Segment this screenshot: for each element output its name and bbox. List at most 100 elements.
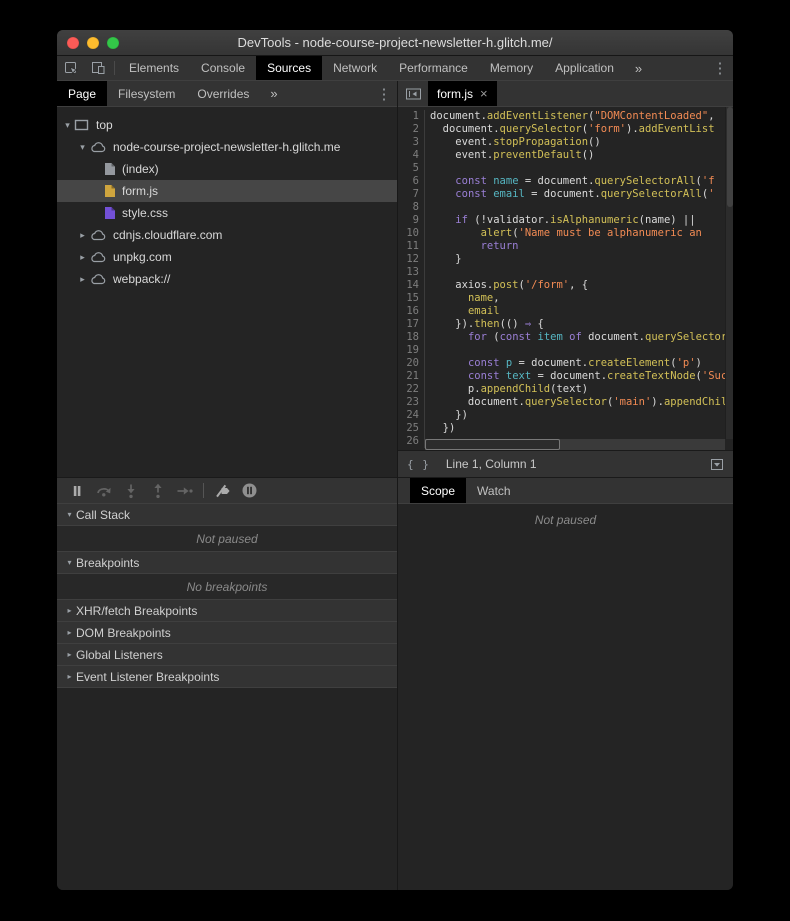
line-number[interactable]: 24 [398, 409, 425, 422]
code-text[interactable]: for (const item of document.querySelecto… [430, 331, 727, 344]
section-header-xhr-fetch-breakpoints[interactable]: ▸XHR/fetch Breakpoints [57, 600, 397, 622]
code-text[interactable]: alert('Name must be alphanumeric an [430, 227, 702, 240]
close-button[interactable] [67, 37, 79, 49]
section-header-breakpoints[interactable]: ▾Breakpoints [57, 552, 397, 574]
close-icon[interactable]: × [480, 87, 488, 100]
line-number[interactable]: 2 [398, 123, 425, 136]
tree-item-top[interactable]: ▾top [57, 114, 397, 136]
tab-elements[interactable]: Elements [118, 56, 190, 80]
device-toolbar-icon[interactable] [84, 56, 111, 80]
tab-sources[interactable]: Sources [256, 56, 322, 80]
line-number[interactable]: 15 [398, 292, 425, 305]
line-number[interactable]: 5 [398, 162, 425, 175]
line-number[interactable]: 17 [398, 318, 425, 331]
pause-on-exceptions-icon[interactable] [236, 478, 263, 503]
step-over-icon[interactable] [90, 478, 117, 503]
editor-tab-form-js[interactable]: form.js × [428, 81, 497, 106]
line-number[interactable]: 16 [398, 305, 425, 318]
code-text[interactable]: name, [430, 292, 500, 305]
vertical-scrollbar[interactable] [725, 107, 733, 439]
inspect-icon[interactable] [57, 56, 84, 80]
line-number[interactable]: 7 [398, 188, 425, 201]
section-header-dom-breakpoints[interactable]: ▸DOM Breakpoints [57, 622, 397, 644]
line-number[interactable]: 25 [398, 422, 425, 435]
twisty-icon[interactable]: ▸ [76, 274, 89, 285]
hide-navigator-icon[interactable] [398, 81, 428, 106]
twisty-icon[interactable]: ▸ [76, 230, 89, 241]
navigator-tab-filesystem[interactable]: Filesystem [107, 81, 186, 106]
line-number[interactable]: 6 [398, 175, 425, 188]
navigator-more-tabs-icon[interactable]: » [260, 81, 287, 106]
line-number[interactable]: 10 [398, 227, 425, 240]
minimize-button[interactable] [87, 37, 99, 49]
sidebar-tab-watch[interactable]: Watch [466, 478, 522, 503]
code-text[interactable]: const email = document.querySelectorAll(… [430, 188, 715, 201]
tab-network[interactable]: Network [322, 56, 388, 80]
code-text[interactable]: document.addEventListener("DOMContentLoa… [430, 110, 715, 123]
code-text[interactable]: document.querySelector('form').addEventL… [430, 123, 715, 136]
tab-performance[interactable]: Performance [388, 56, 479, 80]
tab-memory[interactable]: Memory [479, 56, 544, 80]
line-number[interactable]: 18 [398, 331, 425, 344]
pretty-print-icon[interactable]: { } [407, 458, 430, 471]
code-text[interactable]: const name = document.querySelectorAll('… [430, 175, 715, 188]
twisty-icon[interactable]: ▸ [76, 252, 89, 263]
code-text[interactable]: }) [430, 422, 455, 435]
code-text[interactable]: axios.post('/form', { [430, 279, 588, 292]
move-to-drawer-icon[interactable] [710, 458, 724, 471]
vertical-scrollbar-thumb[interactable] [727, 107, 733, 207]
tree-item-unpkg-com[interactable]: ▸unpkg.com [57, 246, 397, 268]
navigator-tab-page[interactable]: Page [57, 81, 107, 106]
code-text[interactable]: document.querySelector('main').appendChi… [430, 396, 727, 409]
step-out-icon[interactable] [144, 478, 171, 503]
line-number[interactable]: 22 [398, 383, 425, 396]
line-number[interactable]: 1 [398, 110, 425, 123]
line-number[interactable]: 14 [398, 279, 425, 292]
zoom-button[interactable] [107, 37, 119, 49]
line-number[interactable]: 11 [398, 240, 425, 253]
line-number[interactable]: 13 [398, 266, 425, 279]
line-number[interactable]: 21 [398, 370, 425, 383]
line-number[interactable]: 19 [398, 344, 425, 357]
code-editor[interactable]: 1 document.addEventListener("DOMContentLo… [398, 107, 733, 450]
navigator-menu-icon[interactable]: ⋮ [371, 81, 397, 106]
line-number[interactable]: 8 [398, 201, 425, 214]
code-text[interactable]: } [430, 253, 462, 266]
code-text[interactable]: }).then(() ⇒ { [430, 318, 544, 331]
line-number[interactable]: 12 [398, 253, 425, 266]
tree-item-cdnjs-cloudflare-com[interactable]: ▸cdnjs.cloudflare.com [57, 224, 397, 246]
tree-item-webpack[interactable]: ▸webpack:// [57, 268, 397, 290]
line-number[interactable]: 20 [398, 357, 425, 370]
code-text[interactable]: event.preventDefault() [430, 149, 594, 162]
code-text[interactable]: event.stopPropagation() [430, 136, 601, 149]
tab-application[interactable]: Application [544, 56, 625, 80]
horizontal-scrollbar[interactable] [425, 439, 725, 450]
tree-item-node-course-project-newsletter-h-glitch-me[interactable]: ▾node-course-project-newsletter-h.glitch… [57, 136, 397, 158]
line-number[interactable]: 3 [398, 136, 425, 149]
step-into-icon[interactable] [117, 478, 144, 503]
code-text[interactable]: const p = document.createElement('p') [430, 357, 702, 370]
code-text[interactable]: if (!validator.isAlphanumeric(name) || [430, 214, 696, 227]
twisty-icon[interactable]: ▾ [76, 142, 89, 153]
line-number[interactable]: 26 [398, 435, 425, 448]
step-icon[interactable] [171, 478, 198, 503]
horizontal-scrollbar-thumb[interactable] [425, 439, 560, 450]
twisty-icon[interactable]: ▾ [61, 120, 74, 131]
menu-icon[interactable]: ⋮ [707, 56, 733, 80]
line-number[interactable]: 4 [398, 149, 425, 162]
tree-item-index[interactable]: (index) [57, 158, 397, 180]
line-number[interactable]: 23 [398, 396, 425, 409]
tab-console[interactable]: Console [190, 56, 256, 80]
section-header-global-listeners[interactable]: ▸Global Listeners [57, 644, 397, 666]
code-text[interactable]: p.appendChild(text) [430, 383, 588, 396]
code-text[interactable]: return [430, 240, 519, 253]
more-tabs-icon[interactable]: » [625, 56, 652, 80]
navigator-tab-overrides[interactable]: Overrides [186, 81, 260, 106]
pause-icon[interactable] [63, 478, 90, 503]
tree-item-form-js[interactable]: form.js [57, 180, 397, 202]
section-header-event-listener-breakpoints[interactable]: ▸Event Listener Breakpoints [57, 666, 397, 688]
sidebar-tab-scope[interactable]: Scope [410, 478, 466, 503]
code-text[interactable]: email [430, 305, 500, 318]
code-text[interactable]: const text = document.createTextNode('Su… [430, 370, 727, 383]
deactivate-breakpoints-icon[interactable] [209, 478, 236, 503]
